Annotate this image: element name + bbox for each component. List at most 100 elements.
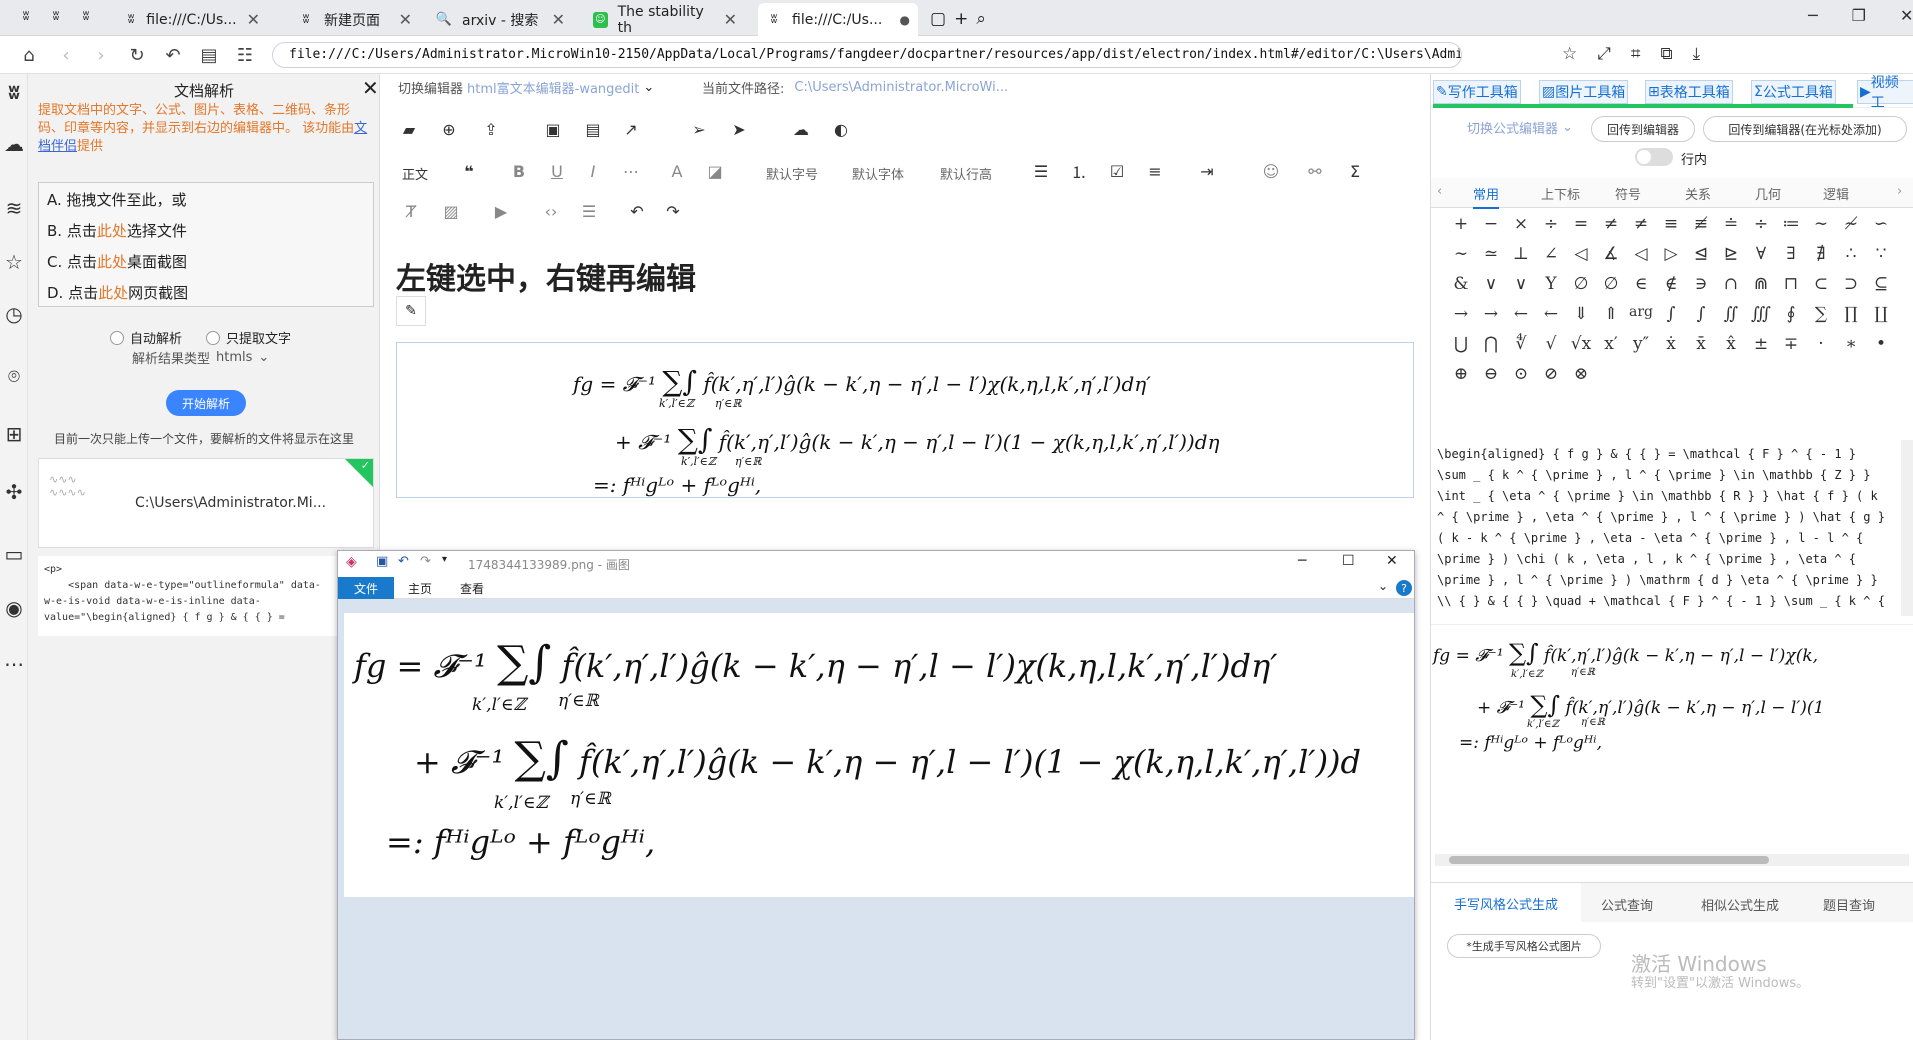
code-icon[interactable]: ‹› [540, 200, 562, 222]
line-height-select[interactable]: 默认行高 [940, 164, 992, 183]
divider-icon[interactable]: ☰ [578, 200, 600, 222]
more-icon[interactable]: ⋯ [2, 652, 26, 676]
symbol-button[interactable]: − [1479, 214, 1503, 234]
close-icon[interactable]: ✕ [1900, 6, 1913, 25]
redo-icon[interactable]: ↷ [420, 554, 431, 569]
font-color-icon[interactable]: A [666, 160, 688, 182]
symbol-button[interactable]: ≡ [1659, 214, 1683, 234]
symbol-button[interactable]: x′ [1599, 334, 1623, 354]
symbol-button[interactable]: Y [1539, 274, 1563, 294]
symbol-button[interactable]: x̄ [1689, 334, 1713, 354]
symbol-button[interactable]: ⋒ [1749, 274, 1773, 294]
symbol-button[interactable]: arg [1629, 304, 1653, 320]
share-icon[interactable]: ↗ [620, 118, 642, 140]
chevron-down-icon[interactable]: ⌄ [1378, 579, 1388, 593]
symbol-button[interactable]: ± [1749, 334, 1773, 354]
numbered-list-icon[interactable]: ⒈ [1068, 160, 1090, 182]
open-folder-icon[interactable]: ▰ [398, 118, 420, 140]
todo-icon[interactable]: ☑ [1106, 160, 1128, 182]
symbol-button[interactable]: ≠ [1599, 214, 1623, 234]
symbol-button[interactable]: ∓ [1779, 334, 1803, 354]
underline-icon[interactable]: U [546, 160, 568, 182]
symbol-button[interactable]: ∽ [1869, 214, 1893, 234]
clear-format-icon[interactable]: Ⱦ [400, 200, 422, 222]
import-icon[interactable]: ⇪ [480, 118, 502, 140]
symbol-button[interactable]: ∭ [1749, 304, 1773, 324]
symtab-logic[interactable]: 逻辑 [1823, 184, 1849, 203]
formula-block[interactable]: fg = 𝓕⁻¹ ∑∫ f̂(k′,η′,l′)ĝ(k − k′,η − η′,… [396, 342, 1414, 498]
symbol-button[interactable]: ▷ [1659, 244, 1683, 264]
maximize-icon[interactable]: ☐ [1342, 553, 1355, 569]
symbol-button[interactable]: ∉ [1659, 274, 1683, 294]
redo-icon[interactable]: ↷ [662, 200, 684, 222]
screenshot-icon[interactable]: ⌗ [1631, 44, 1641, 64]
symbol-button[interactable]: ẋ [1659, 334, 1683, 354]
symbol-button[interactable]: × [1509, 214, 1533, 234]
cloud-icon[interactable]: ☁ [2, 132, 26, 156]
close-icon[interactable]: ✕ [362, 76, 379, 100]
symbol-button[interactable]: ∐ [1869, 304, 1893, 324]
bg-color-icon[interactable]: ◪ [704, 160, 726, 182]
symbol-button[interactable]: ≢ [1689, 214, 1713, 234]
star-icon[interactable]: ☆ [2, 250, 26, 274]
menu-file[interactable]: 文件 [338, 577, 394, 599]
result-type-select[interactable]: 解析结果类型 htmls ⌄ [132, 348, 269, 367]
symbol-button[interactable]: ◁ [1629, 244, 1653, 264]
text-only-toggle[interactable]: 只提取文字 [206, 328, 291, 347]
forward-icon[interactable]: › [90, 44, 112, 66]
symbol-button[interactable]: ⋃ [1449, 334, 1473, 354]
symbol-button[interactable]: ← [1509, 304, 1533, 324]
symbol-button[interactable]: ⊗ [1569, 364, 1593, 384]
minimize-icon[interactable]: ─ [1298, 553, 1306, 569]
symbol-button[interactable]: & [1449, 274, 1473, 294]
symbol-button[interactable]: ⇑ [1599, 304, 1623, 324]
symbol-button[interactable]: ≐ [1719, 214, 1743, 234]
symbol-button[interactable]: ∨ [1509, 274, 1533, 294]
app-icon[interactable]: ʬ [78, 8, 94, 24]
close-icon[interactable]: ✕ [552, 10, 565, 29]
tool-image[interactable]: ▨ 图片工具箱 [1539, 80, 1629, 104]
tab-list-icon[interactable]: ▢ [930, 9, 946, 29]
fullscreen-icon[interactable]: ⤢ [1597, 44, 1611, 64]
symbol-button[interactable]: ∗ [1839, 334, 1863, 354]
align-icon[interactable]: ≡ [1144, 160, 1166, 182]
symbol-button[interactable]: ∬ [1719, 304, 1743, 324]
file-card[interactable]: ∿∿∿ ∿∿∿∿ C:\Users\Administrator.Mi... ✓ [38, 458, 374, 548]
option-select-file[interactable]: B. 点击此处选择文件 [47, 220, 187, 241]
close-icon[interactable]: ✕ [247, 10, 260, 29]
translate-icon[interactable]: ⊞ [2, 422, 26, 446]
search-icon[interactable]: ⌕ [976, 9, 986, 29]
symbol-button[interactable]: ⇓ [1569, 304, 1593, 324]
symbol-button[interactable]: + [1449, 214, 1473, 234]
edit-pencil-icon[interactable]: ✎ [396, 296, 426, 326]
symbol-button[interactable]: ⊆ [1869, 274, 1893, 294]
extension-icon[interactable]: ⧉ [1660, 44, 1672, 64]
tab-file-1[interactable]: ʬ file:///C:/Us... ✕ [118, 3, 268, 36]
symbol-button[interactable]: ∋ [1689, 274, 1713, 294]
undo-icon[interactable]: ↶ [626, 200, 648, 222]
symbol-button[interactable]: ∡ [1599, 244, 1623, 264]
radio-icon[interactable] [110, 330, 124, 345]
save-page-icon[interactable]: ▤ [198, 44, 220, 66]
bullet-list-icon[interactable]: ☰ [1030, 160, 1052, 182]
symtab-scripts[interactable]: 上下标 [1541, 184, 1580, 203]
send-to-cursor-button[interactable]: 回传到编辑器(在光标处添加) [1703, 116, 1907, 142]
link-icon[interactable]: ⚯ [1304, 160, 1326, 182]
close-icon[interactable]: ✕ [1386, 553, 1398, 569]
font-family-select[interactable]: 默认字体 [852, 164, 904, 183]
symbol-button[interactable]: y″ [1629, 334, 1653, 354]
new-tab-icon[interactable]: + [954, 9, 968, 29]
paint-canvas[interactable]: fg = 𝓕⁻¹ ∑∫ f̂(k′,η′,l′)ĝ(k − k′,η − η′,… [344, 613, 1414, 897]
option-link[interactable]: 此处 [97, 222, 127, 240]
customize-icon[interactable]: ▾ [442, 554, 447, 565]
symbol-button[interactable]: ⊃ [1839, 274, 1863, 294]
globe-icon[interactable]: ⊕ [438, 118, 460, 140]
tab-new-page[interactable]: ʬ 新建页面 ✕ [290, 3, 420, 36]
clock-icon[interactable]: ◷ [2, 302, 26, 326]
send-icon[interactable]: ➢ [688, 118, 710, 140]
plugin-icon[interactable]: ✣ [2, 480, 26, 504]
camera-icon[interactable]: ⌾ [2, 364, 26, 388]
generate-handwriting-button[interactable]: *生成手写风格公式图片 [1447, 934, 1601, 958]
symbol-button[interactable]: ◁ [1569, 244, 1593, 264]
send-to-editor-button[interactable]: 回传到编辑器 [1591, 116, 1695, 142]
